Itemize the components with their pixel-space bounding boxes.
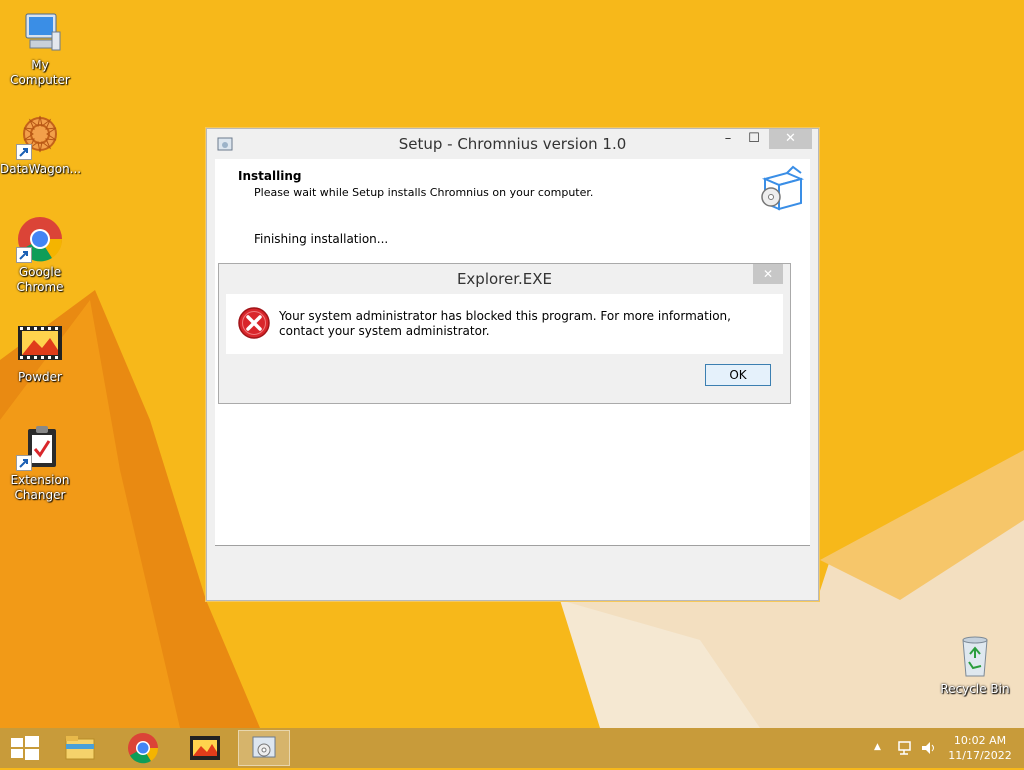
shortcut-arrow-icon	[16, 144, 32, 160]
clipboard-icon	[16, 423, 64, 471]
error-dialog-body: Your system administrator has blocked th…	[226, 294, 783, 354]
ok-button[interactable]: OK	[705, 364, 771, 386]
minimize-button[interactable]: –	[715, 129, 741, 149]
chrome-icon	[128, 733, 159, 764]
tray-overflow-chevron[interactable]: ▲	[874, 742, 881, 752]
windows-logo-icon	[11, 736, 39, 760]
taskbar-setup[interactable]	[238, 730, 290, 766]
desktop-icon-label: My Computer	[10, 58, 70, 87]
maximize-button[interactable]: ☐	[741, 129, 767, 149]
clock-time: 10:02 AM	[953, 734, 1007, 747]
volume-icon[interactable]	[920, 739, 938, 760]
desktop-icon-label: Extension Changer	[10, 473, 70, 502]
error-message: Your system administrator has blocked th…	[279, 309, 731, 338]
start-button[interactable]	[0, 730, 52, 766]
taskbar-file-explorer[interactable]	[54, 730, 106, 766]
chrome-icon	[16, 215, 64, 263]
clock-date: 11/17/2022	[948, 749, 1012, 762]
desktop-icon-label: DataWagon...	[0, 162, 82, 176]
package-box-icon	[757, 165, 805, 217]
film-icon	[16, 320, 64, 368]
setup-header-title: Installing	[238, 169, 302, 183]
taskbar: ▲ 10:02 AM 11/17/2022	[0, 728, 1024, 768]
close-button[interactable]: ✕	[753, 264, 783, 284]
shortcut-arrow-icon	[16, 455, 32, 471]
shortcut-arrow-icon	[16, 247, 32, 263]
taskbar-google-chrome[interactable]	[117, 730, 169, 766]
close-button[interactable]: ✕	[769, 129, 812, 149]
desktop-icon-extension-changer[interactable]: Extension Changer	[0, 423, 80, 503]
desktop-icon-label: Powder	[18, 370, 62, 384]
error-icon	[237, 306, 271, 344]
desktop-icon-google-chrome[interactable]: Google Chrome	[0, 215, 80, 295]
recycle-bin-icon	[951, 632, 999, 680]
taskbar-clock[interactable]: 10:02 AM 11/17/2022	[940, 733, 1020, 763]
setup-app-icon	[252, 736, 276, 758]
film-icon	[190, 736, 220, 760]
error-dialog: Explorer.EXE ✕ Your system administrator…	[218, 263, 791, 404]
desktop-icon-datawagon[interactable]: DataWagon...	[0, 112, 82, 177]
desktop-icon-powder[interactable]: Powder	[0, 320, 80, 385]
folder-icon	[65, 736, 95, 760]
install-status-text: Finishing installation...	[254, 232, 389, 246]
error-dialog-title: Explorer.EXE	[456, 270, 553, 288]
setup-footer	[215, 545, 810, 593]
desktop-icon-label: Google Chrome	[16, 265, 64, 294]
datawagon-icon	[16, 112, 64, 160]
desktop-icon-recycle-bin[interactable]: Recycle Bin	[935, 632, 1015, 697]
desktop-icon-my-computer[interactable]: My Computer	[0, 8, 80, 88]
taskbar-powder[interactable]	[179, 730, 231, 766]
setup-titlebar[interactable]: Setup - Chromnius version 1.0 – ☐ ✕	[207, 129, 818, 159]
computer-icon	[16, 8, 64, 56]
network-icon[interactable]	[896, 739, 914, 760]
setup-header-subtitle: Please wait while Setup installs Chromni…	[254, 186, 594, 199]
desktop-icon-label: Recycle Bin	[940, 682, 1010, 696]
